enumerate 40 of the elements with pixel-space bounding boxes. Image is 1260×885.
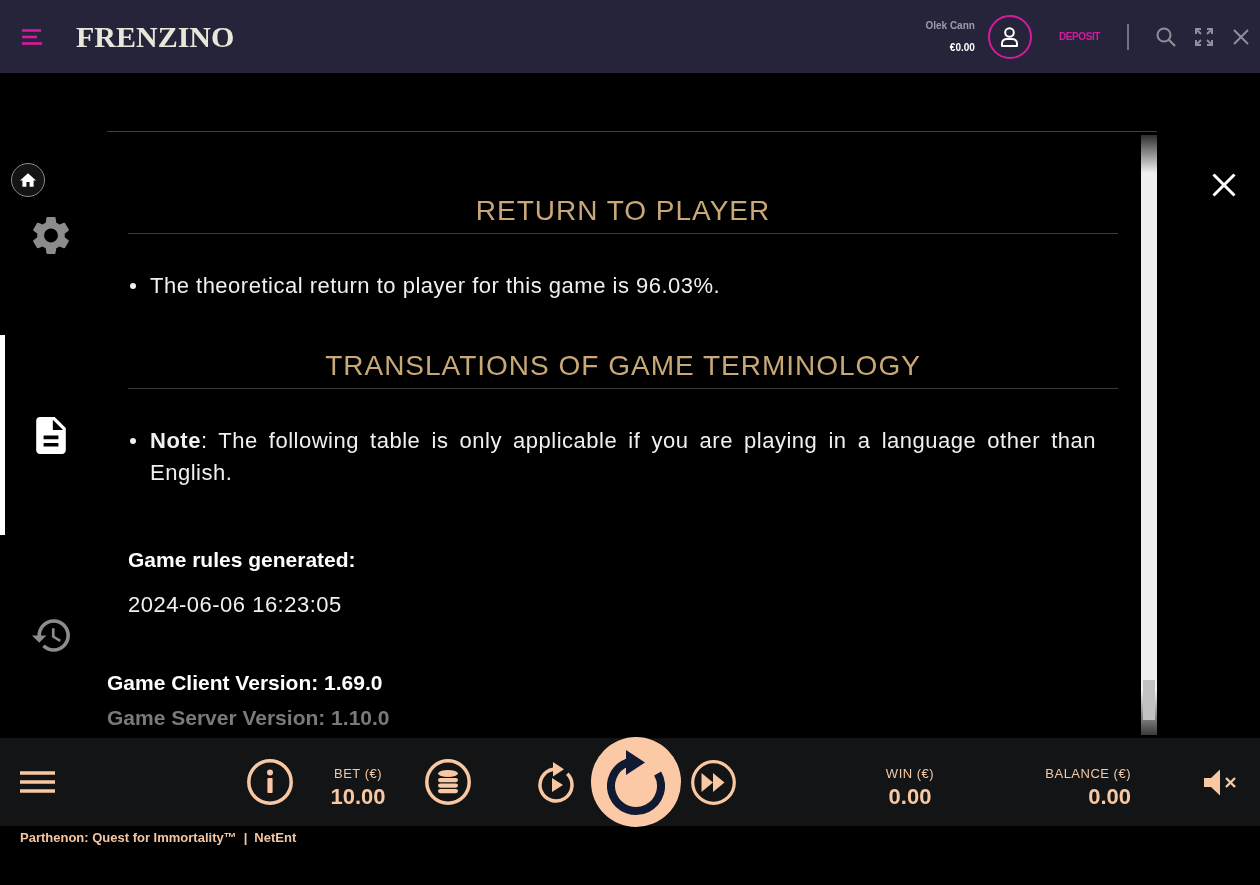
section-heading: RETURN TO PLAYER	[475, 194, 771, 228]
balance-value: 0.00	[1088, 784, 1131, 810]
bullet-icon	[130, 283, 136, 289]
account-name: Olek Cann	[925, 19, 975, 32]
provider-name: NetEnt	[254, 830, 297, 846]
speaker-muted-icon[interactable]	[1204, 768, 1237, 796]
scrollbar[interactable]	[1141, 135, 1157, 735]
home-button[interactable]	[11, 163, 45, 197]
fullscreen-icon[interactable]	[1195, 27, 1213, 46]
bet-value: 10.00	[330, 784, 386, 810]
history-icon	[32, 618, 70, 652]
version-text: Game Client Version: 1.69.0	[107, 670, 383, 696]
win-value: 0.00	[888, 784, 932, 810]
info-icon[interactable]	[247, 759, 293, 805]
autoplay-icon[interactable]	[538, 761, 574, 803]
scrollbar-thumb[interactable]	[1143, 680, 1155, 720]
gear-icon	[33, 216, 69, 254]
coin-stack-icon[interactable]	[425, 759, 471, 805]
fast-forward-icon[interactable]	[691, 759, 736, 805]
account-balance: €0.00	[949, 41, 975, 54]
rule-text: Note: The following table is only applicable if you are playing in a language other than English.	[150, 427, 1096, 487]
logo[interactable]: FRENZINO	[76, 19, 235, 54]
circular-arrow-icon	[607, 748, 665, 816]
game-title: Parthenon: Quest for Immortality™	[20, 830, 237, 846]
version-text: Game Server Version: 1.10.0	[107, 705, 390, 731]
bet-label: BET (€)	[333, 766, 383, 782]
search-icon[interactable]	[1156, 26, 1176, 47]
rule-text: The theoretical return to player for this game is 96.03%.	[150, 272, 721, 300]
bullet-icon	[130, 438, 136, 444]
user-icon	[1001, 26, 1019, 47]
generated-timestamp: 2024-06-06 16:23:05	[128, 591, 342, 619]
home-icon	[20, 173, 36, 187]
account-button[interactable]	[987, 14, 1032, 59]
separator: |	[243, 830, 248, 846]
document-icon	[36, 416, 66, 454]
win-label: WIN (€)	[885, 766, 935, 782]
balance-label: BALANCE (€)	[1045, 766, 1131, 782]
section-heading: TRANSLATIONS OF GAME TERMINOLOGY	[325, 349, 921, 383]
menu-icon[interactable]	[20, 771, 55, 793]
generated-label: Game rules generated:	[128, 547, 356, 573]
